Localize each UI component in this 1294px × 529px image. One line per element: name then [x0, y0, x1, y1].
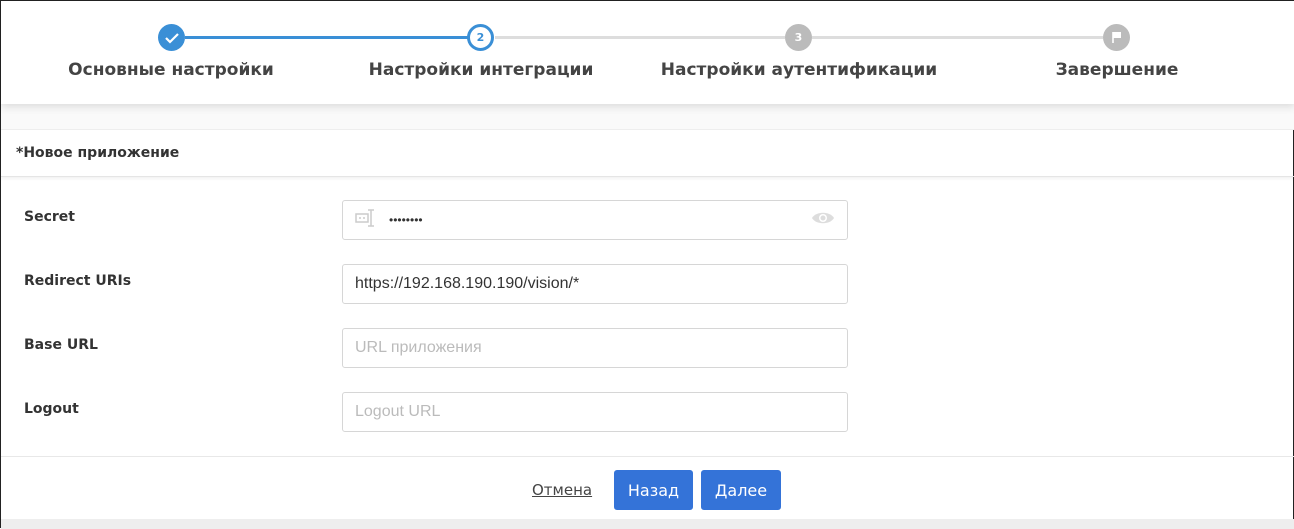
redirect-row: Redirect URIs https://192.168.190.190/vi…	[1, 264, 1294, 304]
base-url-input[interactable]: URL приложения	[342, 328, 848, 368]
redirect-label: Redirect URIs	[24, 273, 132, 289]
step-4-label: Завершение	[1055, 60, 1179, 80]
step-2-indicator: 2	[467, 24, 494, 51]
step-3-indicator: 3	[785, 24, 812, 51]
step-connector	[185, 36, 468, 39]
step-connector	[812, 36, 1103, 39]
secret-row: Secret ••••••••	[1, 200, 1294, 240]
stepper: 2 3 Основные настройки Настройки интегра…	[1, 1, 1294, 104]
logout-label: Logout	[24, 401, 79, 417]
logout-url-input[interactable]: Logout URL	[342, 392, 848, 432]
spacer	[1, 104, 1294, 129]
base-url-row: Base URL URL приложения	[1, 328, 1294, 368]
eye-icon[interactable]	[811, 210, 835, 231]
cancel-link[interactable]: Отмена	[532, 481, 592, 499]
secret-input[interactable]: ••••••••	[342, 200, 848, 240]
card-title: *Новое приложение	[1, 129, 1294, 177]
back-button[interactable]: Назад	[614, 470, 693, 510]
logout-row: Logout Logout URL	[1, 392, 1294, 432]
step-connector	[495, 36, 785, 39]
next-button[interactable]: Далее	[701, 470, 781, 510]
form-footer: Отмена Назад Далее	[1, 456, 1294, 519]
secret-value: ••••••••	[389, 213, 423, 227]
key-icon	[355, 208, 377, 233]
step-1-label: Основные настройки	[68, 60, 274, 80]
flag-icon	[1103, 24, 1130, 51]
step-2-label: Настройки интеграции	[368, 60, 594, 80]
redirect-uris-input[interactable]: https://192.168.190.190/vision/*	[342, 264, 848, 304]
step-1-check-icon	[158, 24, 185, 51]
base-url-label: Base URL	[24, 337, 98, 353]
secret-label: Secret	[24, 209, 75, 225]
step-3-label: Настройки аутентификации	[660, 60, 938, 80]
